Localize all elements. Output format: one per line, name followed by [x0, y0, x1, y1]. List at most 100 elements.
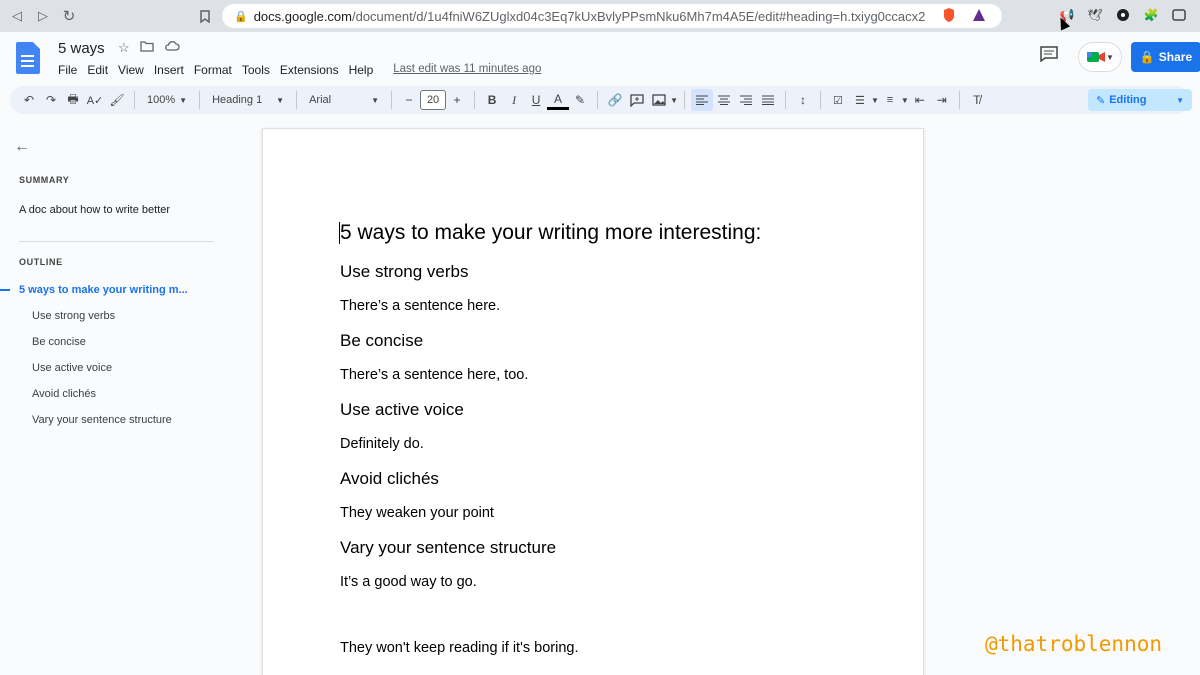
brave-shield-icon[interactable]	[942, 7, 956, 26]
paragraph[interactable]: There’s a sentence here.	[340, 298, 500, 314]
outline-item-active-voice[interactable]: Use active voice	[32, 362, 112, 374]
docs-logo-icon[interactable]	[16, 42, 40, 74]
outline-item-avoid-cliches[interactable]: Avoid clichés	[32, 388, 96, 400]
underline-icon[interactable]: U	[525, 89, 547, 111]
divider	[134, 91, 135, 109]
editing-mode-button[interactable]: ✎ Editing ▼	[1088, 89, 1192, 111]
redo-icon[interactable]: ↷	[40, 89, 62, 111]
forward-icon[interactable]: ▷	[32, 5, 54, 27]
align-left-icon[interactable]	[690, 89, 713, 111]
meet-button[interactable]: ▼	[1078, 42, 1122, 72]
paragraph[interactable]: They won't keep reading if it's boring.	[340, 640, 578, 656]
outline-item-title[interactable]: 5 ways to make your writing m...	[19, 284, 188, 296]
address-bar[interactable]: 🔒 docs.google.com/document/d/1u4fniW6ZUg…	[222, 4, 1002, 28]
lock-icon: 🔒	[234, 10, 248, 23]
paint-format-icon[interactable]: 🖌	[106, 89, 128, 111]
paragraph[interactable]: It’s a good way to go.	[340, 574, 477, 590]
align-center-icon[interactable]	[713, 89, 735, 111]
outline-sidebar: ← SUMMARY A doc about how to write bette…	[0, 118, 230, 675]
style-value: Heading 1	[212, 94, 263, 106]
browser-bar: ◁ ▷ ↻ 🔒 docs.google.com/document/d/1u4fn…	[0, 0, 1200, 32]
menu-file[interactable]: File	[58, 63, 77, 77]
paragraph[interactable]: There’s a sentence here, too.	[340, 367, 528, 383]
bulleted-list-icon[interactable]: ☰	[849, 89, 871, 111]
align-right-icon[interactable]	[735, 89, 757, 111]
document-heading[interactable]: 5 ways to make your writing more interes…	[340, 221, 761, 245]
menu-edit[interactable]: Edit	[87, 63, 108, 77]
puzzle-icon[interactable]: 🧩	[1142, 6, 1160, 24]
font-size-input[interactable]: 20	[420, 90, 447, 110]
section-heading[interactable]: Use strong verbs	[340, 262, 469, 282]
zoom-select[interactable]: 100% ▼	[141, 94, 193, 106]
add-comment-icon[interactable]	[626, 89, 648, 111]
divider	[683, 91, 685, 109]
section-heading[interactable]: Vary your sentence structure	[340, 538, 556, 558]
last-edit-link[interactable]: Last edit was 11 minutes ago	[393, 63, 541, 77]
share-button[interactable]: 🔒 Share	[1131, 42, 1200, 72]
outline-item-strong-verbs[interactable]: Use strong verbs	[32, 310, 115, 322]
chevron-down-icon: ▼	[276, 95, 285, 105]
style-select[interactable]: Heading 1 ▼	[206, 94, 290, 106]
highlight-icon[interactable]: ✎	[569, 89, 591, 111]
paragraph[interactable]: They weaken your point	[340, 505, 494, 521]
chevron-down-icon[interactable]: ▼	[871, 96, 879, 105]
divider	[474, 91, 476, 109]
document-title[interactable]: 5 ways	[58, 40, 105, 57]
menu-help[interactable]: Help	[349, 63, 374, 77]
insert-image-icon[interactable]	[648, 89, 670, 111]
section-heading[interactable]: Avoid clichés	[340, 469, 439, 489]
chevron-down-icon: ▼	[1106, 52, 1114, 62]
section-heading[interactable]: Use active voice	[340, 400, 464, 420]
decrease-font-size-button[interactable]: −	[398, 89, 420, 111]
menu-extensions[interactable]: Extensions	[280, 63, 339, 77]
menu-format[interactable]: Format	[194, 63, 232, 77]
move-folder-icon[interactable]	[140, 40, 154, 56]
decrease-indent-icon[interactable]: ⇤	[909, 89, 931, 111]
spellcheck-icon[interactable]: A✓	[84, 89, 106, 111]
bold-icon[interactable]: B	[481, 89, 503, 111]
increase-indent-icon[interactable]: ⇥	[931, 89, 953, 111]
increase-font-size-button[interactable]: +	[446, 89, 468, 111]
reload-icon[interactable]: ↻	[58, 5, 80, 27]
star-icon[interactable]: ☆	[118, 40, 130, 56]
font-select[interactable]: Arial ▼	[303, 94, 385, 106]
justify-icon[interactable]	[757, 89, 779, 111]
outline-item-be-concise[interactable]: Be concise	[32, 336, 86, 348]
text-color-icon[interactable]: A	[547, 90, 570, 110]
brave-rewards-icon[interactable]	[972, 8, 986, 25]
bookmark-icon[interactable]	[194, 5, 216, 27]
chevron-down-icon: ▼	[371, 95, 380, 105]
pencil-icon: ✎	[1096, 94, 1106, 107]
editing-mode-label: Editing	[1109, 94, 1147, 106]
section-heading[interactable]: Be concise	[340, 331, 423, 351]
paragraph[interactable]: Definitely do.	[340, 436, 424, 452]
menu-insert[interactable]: Insert	[154, 63, 184, 77]
line-spacing-icon[interactable]: ↕	[792, 89, 814, 111]
chevron-down-icon[interactable]: ▼	[901, 96, 909, 105]
outline-item-vary-structure[interactable]: Vary your sentence structure	[32, 414, 172, 426]
toolbar: ↶ ↷ 🖶 A✓ 🖌 100% ▼ Heading 1 ▼ Arial ▼ − 20 …	[10, 86, 1192, 114]
divider	[819, 91, 821, 109]
divider	[958, 91, 960, 109]
clear-formatting-icon[interactable]: T̸	[966, 89, 988, 111]
undo-icon[interactable]: ↶	[18, 89, 40, 111]
numbered-list-icon[interactable]: ≡	[879, 89, 901, 111]
cloud-saved-icon[interactable]	[164, 40, 180, 56]
link-icon[interactable]: 🔗	[604, 89, 626, 111]
circle-extension-icon[interactable]	[1114, 6, 1132, 24]
chevron-down-icon[interactable]: ▼	[670, 96, 678, 105]
divider	[199, 91, 201, 109]
back-arrow-icon[interactable]: ←	[14, 138, 30, 156]
comment-history-icon[interactable]	[1040, 46, 1062, 66]
menu-view[interactable]: View	[118, 63, 144, 77]
back-icon[interactable]: ◁	[6, 5, 28, 27]
document-page[interactable]: 5 ways to make your writing more interes…	[262, 128, 924, 675]
italic-icon[interactable]: I	[503, 89, 525, 111]
checklist-icon[interactable]: ☑	[827, 89, 849, 111]
menu-tools[interactable]: Tools	[242, 63, 270, 77]
summary-text[interactable]: A doc about how to write better	[19, 204, 170, 216]
wallet-icon[interactable]	[1170, 6, 1188, 24]
bird-icon[interactable]: 🕊	[1086, 6, 1104, 24]
print-icon[interactable]: 🖶	[62, 89, 84, 111]
zoom-value: 100%	[147, 94, 176, 106]
